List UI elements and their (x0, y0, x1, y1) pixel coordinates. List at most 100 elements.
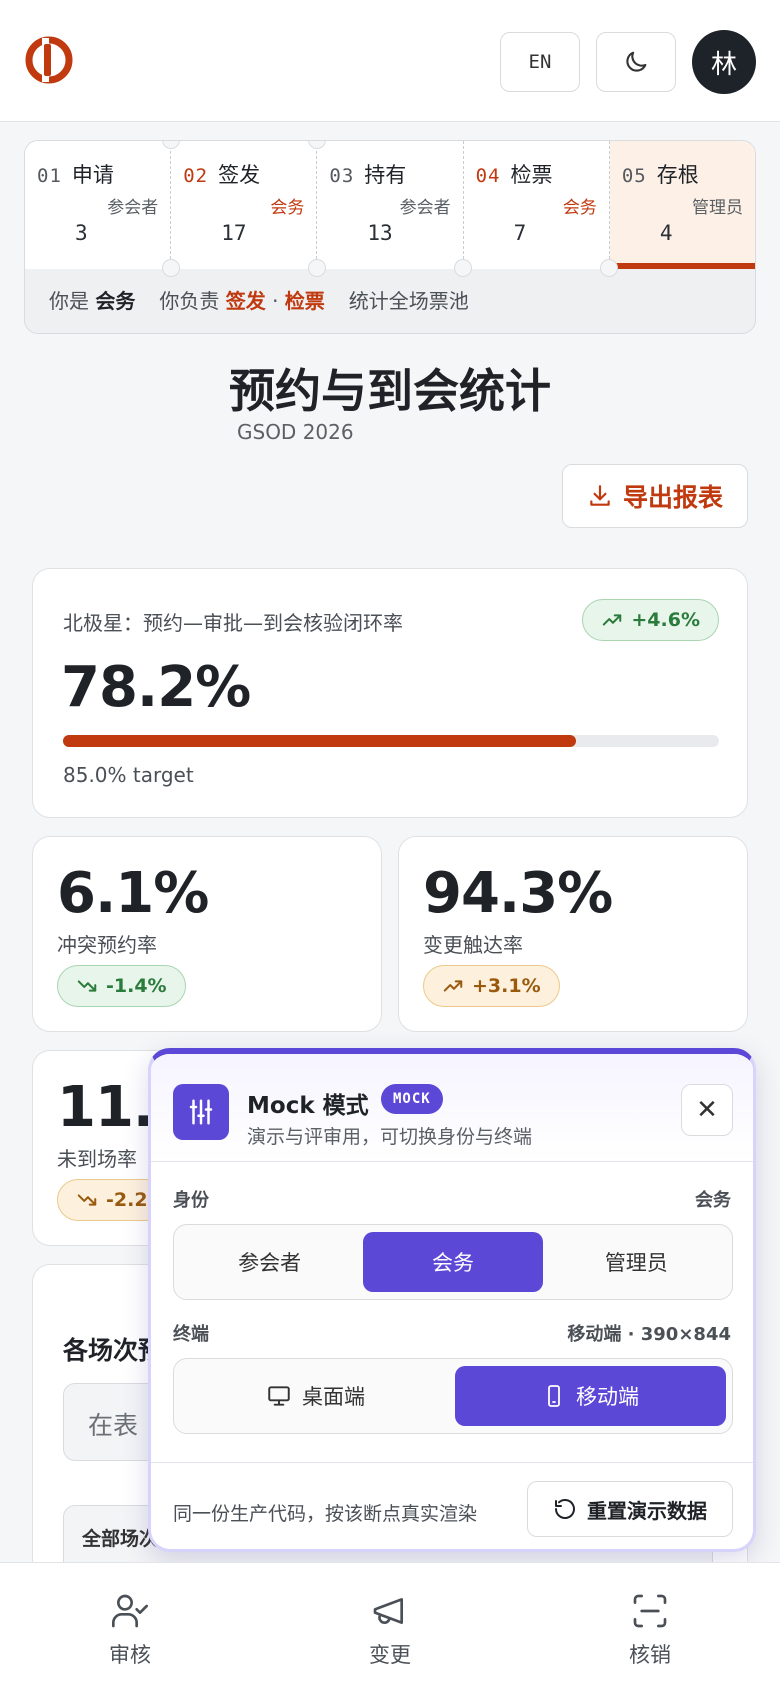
metric-label: 未到场率 (57, 1147, 137, 1171)
moon-icon (626, 51, 647, 72)
ticket-flow-stepper: 01 申请 参会者 3 02 签发 会务 17 03 持有 参会者 13 04 检票 会… (24, 140, 756, 334)
trend-value: +3.1% (472, 975, 541, 997)
mock-description: 演示与评审用，可切换身份与终端 (247, 1126, 533, 1148)
scan-icon (633, 1594, 667, 1628)
metric-value: 6.1% (57, 861, 209, 926)
stepper-steps: 01 申请 参会者 3 02 签发 会务 17 03 持有 参会者 13 04 检票 会… (25, 141, 755, 269)
export-report-button[interactable]: 导出报表 (562, 464, 748, 528)
step-count: 4 (659, 221, 673, 245)
step-count: 3 (75, 221, 88, 245)
terminal-option-mobile[interactable]: 移动端 (455, 1366, 726, 1426)
step-count: 17 (221, 221, 247, 245)
trend-value: -2.2 (106, 1189, 148, 1211)
north-star-value: 78.2% (61, 655, 251, 720)
step-count: 7 (513, 221, 527, 245)
brand-logo[interactable] (24, 34, 74, 86)
step-name: 检票 (510, 163, 553, 187)
identity-option-staff[interactable]: 会务 (363, 1232, 543, 1292)
nav-item-changes[interactable]: 变更 (260, 1563, 520, 1688)
mock-tag: MOCK (381, 1084, 443, 1114)
terminal-option-desktop[interactable]: 桌面端 (180, 1366, 451, 1426)
step-count: 13 (367, 221, 393, 245)
metric-card-change-reach: 94.3% 变更触达率 +3.1% (398, 836, 748, 1032)
step-name: 存根 (656, 163, 699, 187)
role-summary: 你是 会务 你负责 签发 · 检票 统计全场票池 (49, 285, 469, 314)
current-role: 会务 (95, 289, 136, 313)
close-icon: ✕ (696, 1095, 718, 1125)
mock-panel-footer: 同一份生产代码，按该断点真实渲染 重置演示数据 (151, 1462, 753, 1549)
trend-down-icon (77, 980, 97, 992)
terminal-option-label: 桌面端 (302, 1385, 365, 1409)
step-number: 03 (329, 165, 355, 187)
role-prefix: 你是 (49, 289, 89, 313)
app-header: EN 林 (0, 0, 780, 122)
duty-check: 检票 (284, 289, 325, 313)
identity-option-admin[interactable]: 管理员 (547, 1232, 726, 1292)
step-number: 01 (37, 165, 62, 187)
terminal-label: 终端 (173, 1324, 209, 1345)
north-star-card: 北极星：预约—审批—到会核验闭环率 +4.6% 78.2% 85.0% targ… (32, 568, 748, 818)
terminal-switcher: 桌面端 移动端 (173, 1358, 733, 1434)
step-name: 申请 (71, 163, 114, 187)
trend-value: -1.4% (106, 975, 167, 997)
nav-label: 变更 (369, 1643, 411, 1667)
duty-issue: 签发 (225, 289, 266, 313)
identity-value: 会务 (695, 1190, 731, 1211)
progress-fill (63, 735, 576, 747)
smartphone-icon (548, 1385, 560, 1407)
step-role: 会务 (270, 198, 305, 218)
language-toggle-button[interactable]: EN (500, 32, 580, 92)
page-title: 预约与到会统计 (229, 364, 551, 418)
north-star-target: 85.0% target (63, 763, 194, 787)
user-avatar[interactable]: 林 (692, 30, 756, 94)
north-star-trend-badge: +4.6% (582, 599, 719, 641)
close-button[interactable]: ✕ (681, 1084, 733, 1136)
step-hold[interactable]: 03 持有 参会者 13 (317, 141, 464, 269)
mock-mode-panel: Mock 模式 MOCK 演示与评审用，可切换身份与终端 ✕ 身份 会务 参会者… (148, 1048, 756, 1552)
metric-card-conflict: 6.1% 冲突预约率 -1.4% (32, 836, 382, 1032)
metric-value: 94.3% (423, 861, 613, 926)
identity-option-attendee[interactable]: 参会者 (180, 1232, 359, 1292)
ticket-notch (600, 259, 618, 277)
trend-up-icon (443, 980, 463, 992)
step-role: 会务 (562, 198, 597, 218)
page-subtitle: GSOD 2026 (237, 420, 354, 444)
step-apply[interactable]: 01 申请 参会者 3 (25, 141, 172, 269)
step-issue[interactable]: 02 签发 会务 17 (171, 141, 318, 269)
mock-title: Mock 模式 (247, 1093, 369, 1119)
metric-trend-badge: -1.4% (57, 965, 186, 1007)
reset-label: 重置演示数据 (587, 1498, 707, 1523)
export-label: 导出报表 (622, 483, 723, 512)
north-star-progress (63, 735, 719, 747)
trend-down-icon (77, 1194, 97, 1206)
ticket-notch (454, 259, 472, 277)
step-check[interactable]: 04 检票 会务 7 (464, 141, 610, 269)
duty-separator: · (272, 289, 279, 313)
megaphone-icon (373, 1598, 403, 1624)
responsible-prefix: 你负责 (159, 289, 220, 313)
theme-toggle-button[interactable] (596, 32, 676, 92)
reset-demo-data-button[interactable]: 重置演示数据 (527, 1481, 733, 1537)
mock-panel-header: Mock 模式 MOCK 演示与评审用，可切换身份与终端 ✕ (151, 1054, 753, 1162)
mock-footer-text: 同一份生产代码，按该断点真实渲染 (173, 1503, 478, 1525)
step-role: 参会者 (399, 198, 451, 218)
step-stub[interactable]: 05 存根 管理员 4 (609, 141, 755, 269)
bottom-navigation: 审核 变更 核销 (0, 1562, 780, 1688)
metric-label: 冲突预约率 (57, 933, 157, 957)
step-role: 参会者 (107, 198, 159, 218)
metric-trend-badge: +3.1% (423, 965, 560, 1007)
step-number: 04 (475, 165, 501, 187)
filter-chip-all[interactable]: 全部场次 (82, 1524, 158, 1566)
identity-switcher: 参会者 会务 管理员 (173, 1224, 733, 1300)
trend-value: +4.6% (631, 609, 700, 631)
ticket-notch (308, 259, 326, 277)
role-stats: 统计全场票池 (348, 289, 469, 313)
monitor-icon (268, 1386, 290, 1406)
nav-item-redeem[interactable]: 核销 (520, 1563, 780, 1688)
step-name: 签发 (218, 163, 261, 187)
nav-label: 核销 (629, 1643, 671, 1667)
nav-item-review[interactable]: 审核 (0, 1563, 260, 1688)
step-role: 管理员 (692, 198, 744, 218)
sliders-icon (173, 1084, 229, 1140)
user-check-icon (112, 1594, 149, 1628)
